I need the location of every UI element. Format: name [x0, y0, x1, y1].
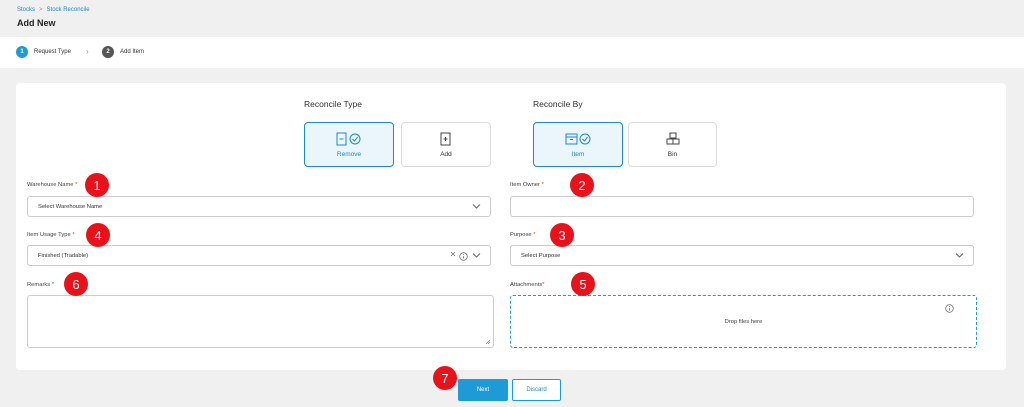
- label-text: Attachments: [510, 282, 543, 288]
- breadcrumb-stock-reconcile[interactable]: Stock Reconcile: [47, 7, 90, 13]
- tile-label: Add: [440, 150, 452, 158]
- reconcile-by-item[interactable]: Item: [533, 122, 623, 167]
- attachments-label: Attachments*: [510, 282, 545, 288]
- step-add-item[interactable]: 2 Add Item: [102, 46, 144, 58]
- item-owner-label: Item Owner *: [510, 182, 544, 188]
- label-text: Item Usage Type: [27, 232, 71, 238]
- required-mark: *: [542, 282, 545, 288]
- drop-text: Drop files here: [724, 318, 763, 325]
- purpose-label: Purpose *: [510, 232, 535, 238]
- required-mark: *: [75, 182, 78, 188]
- discard-button[interactable]: Discard: [512, 379, 561, 401]
- annotation-badge-5: 5: [571, 272, 595, 296]
- required-mark: *: [51, 282, 55, 288]
- reconcile-type-title: Reconcile Type: [304, 99, 362, 109]
- step-label: Request Type: [34, 49, 71, 55]
- select-value: Finished (Tradable): [38, 252, 89, 259]
- warehouse-name-select[interactable]: Select Warehouse Name: [27, 196, 491, 217]
- label-text: Purpose: [510, 232, 532, 238]
- box-icon: [565, 133, 591, 144]
- label-text: Item Owner: [510, 182, 540, 188]
- annotation-badge-3: 3: [550, 223, 574, 247]
- warehouse-name-label: Warehouse Name *: [27, 182, 77, 188]
- breadcrumb: Stocks > Stock Reconcile: [17, 7, 90, 13]
- step-request-type[interactable]: 1 Request Type: [16, 46, 71, 58]
- required-mark: *: [72, 232, 75, 238]
- required-mark: *: [541, 182, 544, 188]
- tile-label: Remove: [336, 150, 362, 158]
- page-title: Add New: [17, 18, 56, 28]
- step-number: 2: [102, 46, 114, 58]
- step-number: 1: [16, 46, 28, 58]
- tile-label: Item: [571, 150, 585, 158]
- purpose-select[interactable]: Select Purpose: [510, 245, 974, 266]
- info-icon[interactable]: [945, 304, 954, 313]
- info-icon[interactable]: [459, 252, 468, 261]
- header: Stocks > Stock Reconcile Add New: [0, 0, 1024, 36]
- reconcile-type-add[interactable]: Add: [401, 122, 491, 167]
- stepper: 1 Request Type › 2 Add Item: [0, 37, 1024, 68]
- clipboard-add-icon: [440, 132, 451, 145]
- attachments-dropzone[interactable]: Drop files here: [510, 295, 977, 348]
- select-value: Select Warehouse Name: [38, 203, 103, 210]
- item-usage-type-label: Item Usage Type *: [27, 232, 75, 238]
- reconcile-by-bin[interactable]: Bin: [628, 122, 717, 167]
- clear-icon[interactable]: [450, 251, 456, 257]
- remarks-textarea[interactable]: [27, 295, 494, 348]
- boxes-icon: [666, 132, 679, 144]
- resize-handle-icon[interactable]: [485, 339, 491, 345]
- annotation-badge-7: 7: [433, 366, 457, 390]
- clipboard-remove-icon: [336, 132, 361, 145]
- breadcrumb-stocks[interactable]: Stocks: [17, 7, 35, 13]
- chevron-down-icon: [472, 253, 481, 258]
- reconcile-type-remove[interactable]: Remove: [304, 122, 394, 167]
- required-mark: *: [533, 232, 536, 238]
- chevron-right-icon: ›: [86, 47, 89, 56]
- label-text: Warehouse Name: [27, 182, 74, 188]
- chevron-down-icon: [955, 253, 964, 258]
- annotation-badge-2: 2: [570, 173, 594, 197]
- chevron-down-icon: [472, 204, 481, 209]
- annotation-badge-1: 1: [85, 173, 109, 197]
- step-label: Add Item: [120, 49, 145, 55]
- remarks-label: Remarks *: [27, 282, 54, 288]
- select-value: Select Purpose: [521, 252, 561, 259]
- annotation-badge-6: 6: [64, 272, 88, 296]
- label-text: Remarks: [27, 282, 51, 288]
- annotation-badge-4: 4: [86, 223, 110, 247]
- tile-label: Bin: [667, 150, 678, 158]
- item-owner-input[interactable]: [510, 196, 974, 217]
- item-usage-type-select[interactable]: Finished (Tradable): [27, 245, 491, 266]
- reconcile-by-title: Reconcile By: [533, 99, 583, 109]
- next-button[interactable]: Next: [458, 379, 508, 401]
- breadcrumb-separator: >: [39, 7, 43, 13]
